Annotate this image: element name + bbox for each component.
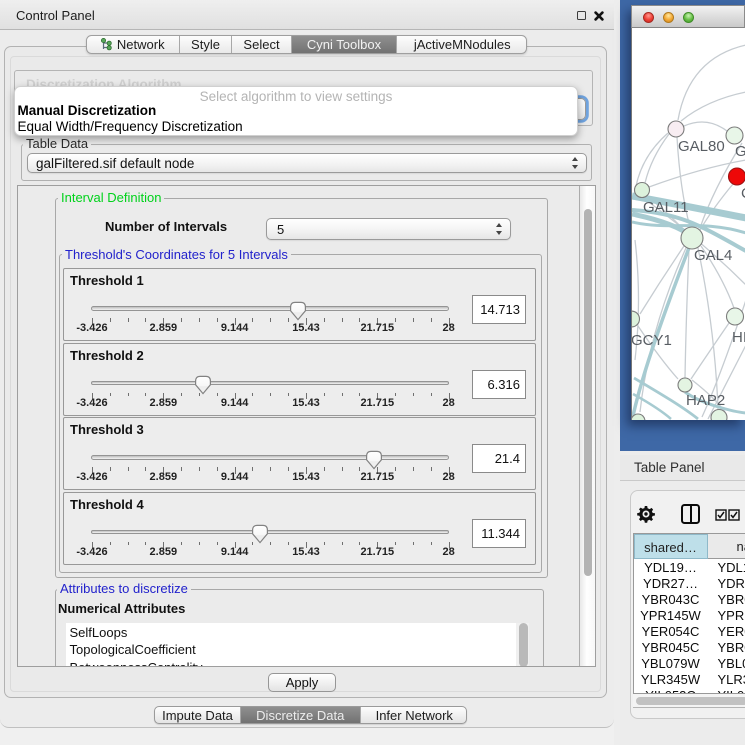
svg-text:GAL11: GAL11: [643, 199, 689, 216]
svg-text:HI: HI: [732, 329, 745, 346]
svg-text:C: C: [741, 185, 745, 202]
svg-text:GAL4: GAL4: [694, 247, 732, 264]
svg-text:GA: GA: [735, 143, 745, 160]
svg-text:GCY1: GCY1: [632, 332, 672, 349]
svg-text:GAL80: GAL80: [678, 138, 725, 155]
svg-text:HAP2: HAP2: [686, 392, 725, 409]
